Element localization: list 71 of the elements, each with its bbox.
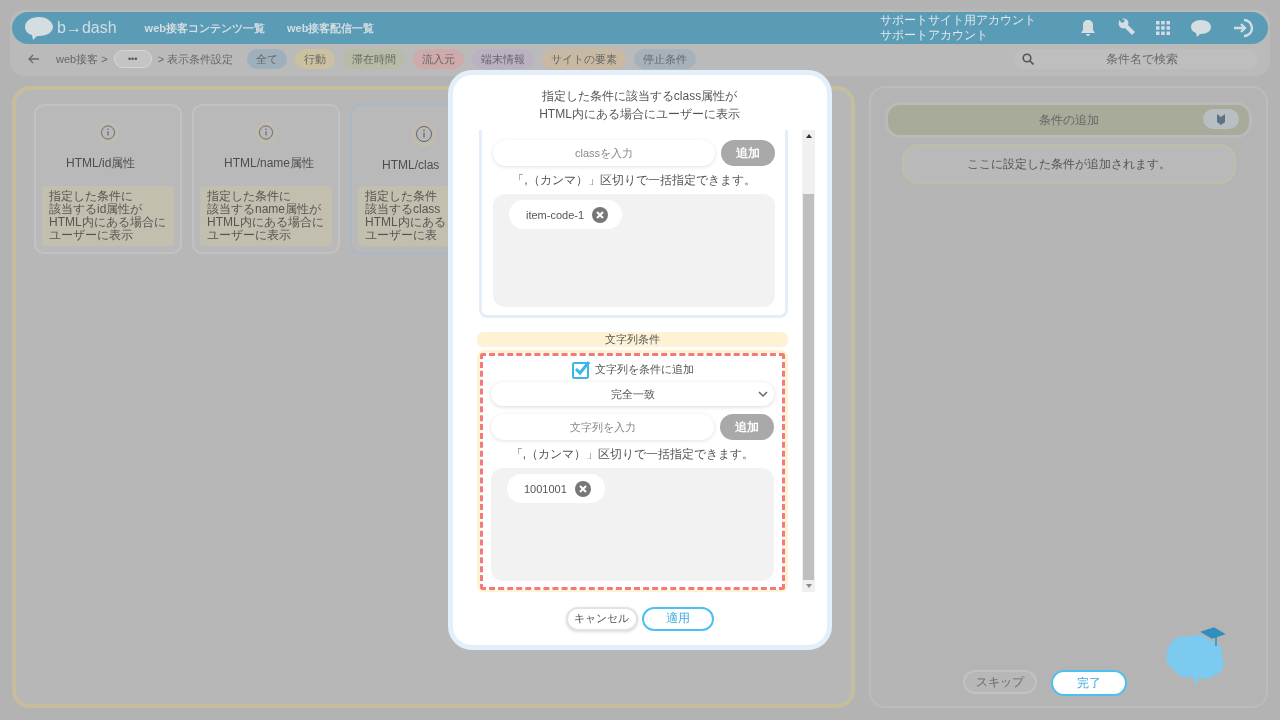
more-button[interactable]: ••• bbox=[113, 50, 152, 68]
chat-bubble-icon[interactable] bbox=[1190, 18, 1212, 38]
filter-tab[interactable]: 端末情報 bbox=[472, 49, 535, 69]
card-title: HTML/name属性 bbox=[224, 155, 315, 172]
beginner-mark-button[interactable] bbox=[1203, 109, 1239, 129]
hint-text: 「,（カンマ）」区切りで一括指定できます。 bbox=[511, 172, 757, 189]
dialog-description-line: 指定した条件に該当するclass属性が bbox=[541, 88, 738, 105]
logo-text[interactable]: b→dash bbox=[57, 19, 117, 37]
card-description-line: HTML内にある bbox=[365, 216, 446, 229]
tag-label: 1001001 bbox=[524, 482, 567, 495]
bell-icon[interactable] bbox=[1080, 19, 1096, 37]
skip-button[interactable]: スキップ bbox=[962, 670, 1037, 694]
card-description-line: 指定した条件に bbox=[207, 190, 291, 203]
grid-icon[interactable] bbox=[1156, 21, 1170, 35]
match-select[interactable]: 完全一致 bbox=[491, 382, 774, 406]
speech-bubble-logo-icon bbox=[24, 16, 54, 40]
filter-tab[interactable]: サイトの要素 bbox=[542, 49, 627, 69]
search-input[interactable]: 条件名で検索 bbox=[1034, 51, 1250, 67]
account-name: サポートアカウント bbox=[880, 28, 989, 43]
input-field[interactable]: classを入力 bbox=[493, 140, 715, 166]
breadcrumb-item: > 表示条件設定 bbox=[157, 51, 234, 67]
empty-note: ここに設定した条件が追加されます。 bbox=[901, 144, 1236, 184]
back-arrow-icon[interactable] bbox=[28, 54, 40, 64]
beginner-mark-icon bbox=[1216, 112, 1226, 126]
hint-text: 「,（カンマ）」区切りで一括指定できます。 bbox=[509, 446, 756, 463]
info-icon bbox=[254, 122, 278, 143]
card-description-line: HTML内にある場合に bbox=[49, 216, 166, 229]
add-button[interactable]: 追加 bbox=[721, 140, 775, 166]
remove-icon[interactable] bbox=[592, 206, 609, 223]
input-field[interactable]: 文字列を入力 bbox=[491, 414, 714, 440]
panel-title: 条件の追加 bbox=[1038, 111, 1099, 129]
filter-tab[interactable]: 流入元 bbox=[413, 49, 465, 69]
card-description-line: ユーザーに表示 bbox=[49, 229, 133, 242]
add-button[interactable]: 追加 bbox=[720, 414, 774, 440]
info-icon bbox=[96, 122, 120, 143]
filter-tab[interactable]: 停止条件 bbox=[634, 49, 697, 69]
chevron-down-icon bbox=[758, 391, 768, 398]
search-icon bbox=[1022, 53, 1034, 65]
checkbox-label: 文字列を条件に追加 bbox=[594, 362, 694, 377]
search-field[interactable]: 条件名で検索 bbox=[1014, 49, 1258, 69]
card-description-line: ユーザーに表 bbox=[365, 229, 437, 242]
card-description-line: 該当するname属性が bbox=[207, 203, 322, 216]
card-title: HTML/clas bbox=[382, 158, 440, 172]
checkbox[interactable] bbox=[571, 360, 591, 379]
card-description-line: 該当するid属性が bbox=[49, 203, 143, 216]
card-title: HTML/id属性 bbox=[66, 155, 136, 172]
filter-tab[interactable]: 行動 bbox=[295, 49, 336, 69]
logout-icon[interactable] bbox=[1232, 18, 1254, 38]
account-name: サポートサイト用アカウント bbox=[880, 13, 1036, 28]
cancel-button[interactable]: キャンセル bbox=[565, 606, 638, 631]
done-button[interactable]: 完了 bbox=[1050, 670, 1127, 696]
nav-link[interactable]: web接客配信一覧 bbox=[287, 20, 375, 36]
card-description-line: 指定した条件に bbox=[49, 190, 133, 203]
remove-icon[interactable] bbox=[574, 480, 591, 497]
breadcrumb-item: web接客 > bbox=[56, 51, 108, 67]
card-description-line: ユーザーに表示 bbox=[207, 229, 291, 242]
filter-tab[interactable]: 全て bbox=[247, 49, 288, 69]
info-icon bbox=[412, 122, 436, 146]
card-description-line: 指定した条件 bbox=[365, 190, 437, 203]
nav-link[interactable]: web接客コンテンツ一覧 bbox=[144, 20, 265, 36]
scrollbar-thumb[interactable] bbox=[803, 194, 814, 580]
card-description-line: 該当するclass bbox=[365, 203, 441, 216]
card-description-line: HTML内にある場合に bbox=[207, 216, 324, 229]
apply-button[interactable]: 適用 bbox=[641, 606, 714, 631]
wrench-icon[interactable] bbox=[1116, 18, 1136, 38]
filter-tab[interactable]: 滞在時間 bbox=[343, 49, 406, 69]
section-header: 文字列条件 bbox=[477, 332, 788, 347]
tag-label: item-code-1 bbox=[526, 208, 585, 221]
dialog-description-line: HTML内にある場合にユーザーに表示 bbox=[539, 106, 740, 123]
condition-card[interactable]: HTML/id属性 指定した条件に 該当するid属性が HTML内にある場合に ユーザーに表示 bbox=[34, 104, 182, 254]
condition-card[interactable]: HTML/name属性 指定した条件に 該当するname属性が HTML内にある場合に ユーザーに表示 bbox=[192, 104, 340, 254]
